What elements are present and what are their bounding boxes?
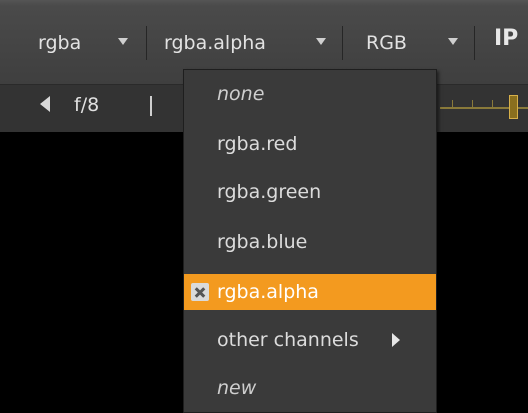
toolbar-divider bbox=[150, 96, 152, 116]
chevron-down-icon[interactable] bbox=[118, 38, 128, 45]
channels-dropdown-label: rgba bbox=[38, 32, 82, 54]
chevron-right-icon bbox=[392, 333, 400, 347]
x-icon bbox=[191, 283, 209, 301]
ip-button[interactable]: IP bbox=[494, 26, 518, 51]
toolbar-divider bbox=[474, 26, 475, 60]
menu-item-none[interactable]: none bbox=[184, 76, 436, 112]
toolbar-divider bbox=[146, 26, 147, 60]
menu-item-label: rgba.red bbox=[217, 133, 298, 155]
menu-item-rgba-blue[interactable]: rgba.blue bbox=[184, 224, 436, 260]
layer-dropdown-menu: none rgba.red rgba.green rgba.blue rgba.… bbox=[183, 69, 437, 413]
menu-item-label: rgba.alpha bbox=[217, 281, 319, 303]
layer-dropdown[interactable]: rgba.alpha bbox=[164, 28, 266, 58]
chevron-down-icon[interactable] bbox=[448, 38, 458, 45]
layer-dropdown-label: rgba.alpha bbox=[164, 32, 266, 54]
display-dropdown[interactable]: RGB bbox=[366, 28, 407, 58]
channels-dropdown[interactable]: rgba bbox=[38, 28, 81, 58]
menu-item-label: other channels bbox=[217, 329, 359, 351]
gain-slider-handle[interactable] bbox=[509, 95, 518, 119]
chevron-down-icon[interactable] bbox=[316, 38, 326, 45]
menu-item-rgba-red[interactable]: rgba.red bbox=[184, 126, 436, 162]
slider-tick bbox=[472, 100, 473, 108]
fstop-label[interactable]: f/8 bbox=[74, 94, 99, 116]
slider-tick bbox=[452, 100, 453, 108]
toolbar-divider bbox=[342, 26, 343, 60]
menu-item-rgba-green[interactable]: rgba.green bbox=[184, 174, 436, 210]
menu-item-label: rgba.green bbox=[217, 181, 322, 203]
step-back-icon[interactable] bbox=[40, 96, 50, 112]
menu-item-label: none bbox=[217, 83, 265, 105]
menu-item-rgba-alpha[interactable]: rgba.alpha bbox=[184, 274, 436, 310]
menu-item-other-channels[interactable]: other channels bbox=[184, 322, 436, 358]
display-dropdown-label: RGB bbox=[366, 32, 407, 54]
menu-item-label: new bbox=[217, 377, 257, 399]
menu-item-label: rgba.blue bbox=[217, 231, 308, 253]
slider-tick bbox=[492, 100, 493, 108]
menu-item-new[interactable]: new bbox=[184, 370, 436, 406]
